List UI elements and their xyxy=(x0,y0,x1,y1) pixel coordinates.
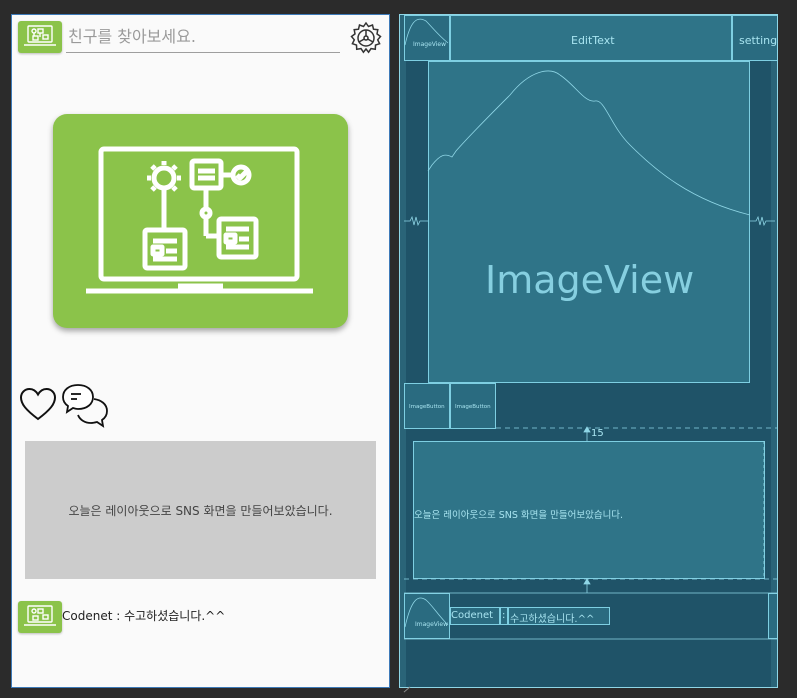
heart-icon[interactable] xyxy=(19,386,57,424)
post-text: 오늘은 레이아웃으로 SNS 화면을 만들어보았습니다. xyxy=(68,503,333,518)
hero-image xyxy=(53,114,348,328)
blueprint-margin-label: 15 xyxy=(591,428,604,439)
layout-editor-canvas: 친구를 찾아보세요. 오늘은 레이아웃으로 SNS 화면을 만들어보았습니다. … xyxy=(0,0,797,698)
chat-bubbles-icon[interactable] xyxy=(61,381,109,429)
blueprint-preview[interactable]: ImageView EditText setting ImageView Ima… xyxy=(399,14,778,688)
gear-icon[interactable] xyxy=(349,21,383,55)
post-text-box: 오늘은 레이아웃으로 SNS 화면을 만들어보았습니다. xyxy=(25,441,376,579)
search-input[interactable]: 친구를 찾아보세요. xyxy=(66,25,340,53)
comment-text: Codenet : 수고하셨습니다.^^ xyxy=(62,609,226,623)
laptop-flow-icon[interactable] xyxy=(18,21,62,53)
comment-avatar[interactable] xyxy=(18,601,62,633)
design-preview[interactable]: 친구를 찾아보세요. 오늘은 레이아웃으로 SNS 화면을 만들어보았습니다. … xyxy=(11,14,390,688)
blueprint-guides xyxy=(404,18,777,640)
